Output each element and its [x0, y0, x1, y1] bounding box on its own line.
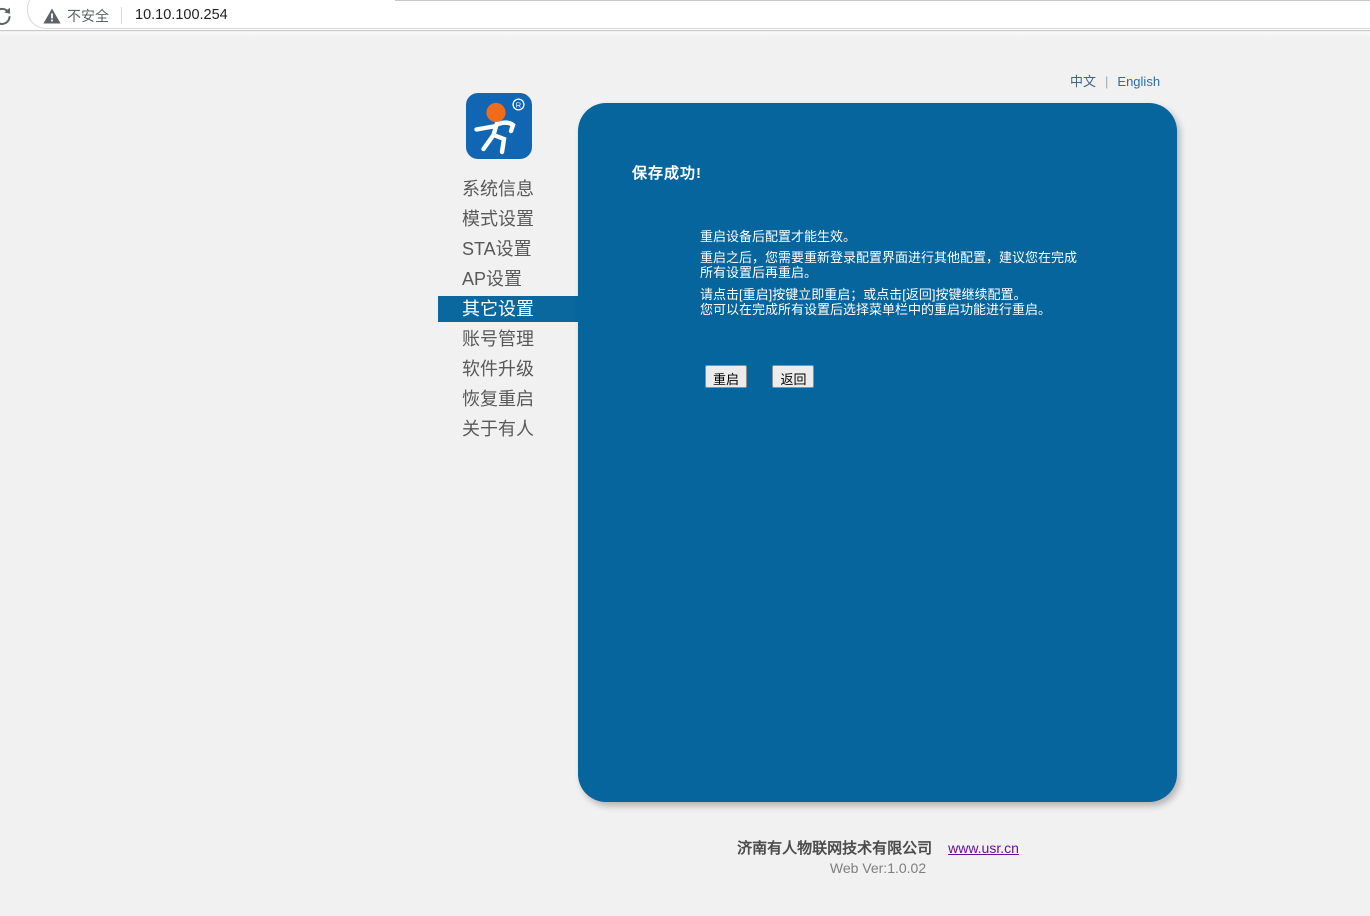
address-divider	[121, 7, 122, 24]
instruction-line: 重启设备后配置才能生效。	[700, 229, 1082, 245]
instruction-line: 您可以在完成所有设置后选择菜单栏中的重启功能进行重启。	[700, 302, 1082, 318]
url-text[interactable]: 10.10.100.254	[135, 0, 228, 31]
content-panel: 保存成功! 重启设备后配置才能生效。 重启之后，您需要重新登录配置界面进行其他配…	[578, 103, 1177, 802]
save-success-title: 保存成功!	[632, 162, 702, 183]
svg-text:R: R	[516, 100, 522, 109]
web-version: Web Ver:1.0.02	[578, 860, 1178, 876]
language-switcher: 中文 | English	[1070, 71, 1160, 90]
lang-divider: |	[1105, 74, 1108, 89]
toolbar-shadow	[0, 32, 1370, 37]
website-link[interactable]: www.usr.cn	[948, 840, 1019, 856]
browser-toolbar: 不安全 10.10.100.254	[0, 0, 1370, 31]
restart-instructions: 重启设备后配置才能生效。 重启之后，您需要重新登录配置界面进行其他配置，建议您在…	[700, 229, 1082, 318]
usr-logo: R	[466, 93, 532, 164]
panel-button-row: 重启 返回	[705, 365, 835, 389]
sidebar-item-sta-settings[interactable]: STA设置	[438, 234, 578, 264]
footer-line1: 济南有人物联网技术有限公司 www.usr.cn	[578, 837, 1178, 858]
address-bar[interactable]	[27, 0, 1370, 29]
sidebar-item-ap-settings[interactable]: AP设置	[438, 264, 578, 294]
sidebar-item-mode-settings[interactable]: 模式设置	[438, 204, 578, 234]
sidebar-item-about-usr[interactable]: 关于有人	[438, 414, 578, 444]
sidebar-item-system-info[interactable]: 系统信息	[438, 174, 578, 204]
security-badge[interactable]: 不安全	[43, 0, 109, 31]
sidebar-item-restore-restart[interactable]: 恢复重启	[438, 384, 578, 414]
page-footer: 济南有人物联网技术有限公司 www.usr.cn Web Ver:1.0.02	[578, 837, 1178, 876]
back-button[interactable]: 返回	[772, 365, 814, 388]
instruction-line: 请点击[重启]按键立即重启；或点击[返回]按键继续配置。	[700, 287, 1082, 303]
reload-icon[interactable]	[0, 4, 13, 28]
sidebar-menu: 系统信息 模式设置 STA设置 AP设置 其它设置 账号管理 软件升级 恢复重启…	[438, 174, 578, 444]
sidebar-item-other-settings[interactable]: 其它设置	[438, 296, 578, 322]
restart-button[interactable]: 重启	[705, 365, 747, 388]
company-name: 济南有人物联网技术有限公司	[737, 840, 932, 857]
sidebar-item-software-upgrade[interactable]: 软件升级	[438, 354, 578, 384]
sidebar-item-account-management[interactable]: 账号管理	[438, 324, 578, 354]
warning-triangle-icon	[43, 8, 61, 24]
lang-chinese-link[interactable]: 中文	[1070, 74, 1096, 89]
lang-english-link[interactable]: English	[1117, 74, 1160, 89]
security-label: 不安全	[67, 6, 109, 26]
toolbar-hairline	[395, 0, 1370, 1]
instruction-line: 重启之后，您需要重新登录配置界面进行其他配置，建议您在完成所有设置后再重启。	[700, 250, 1082, 281]
